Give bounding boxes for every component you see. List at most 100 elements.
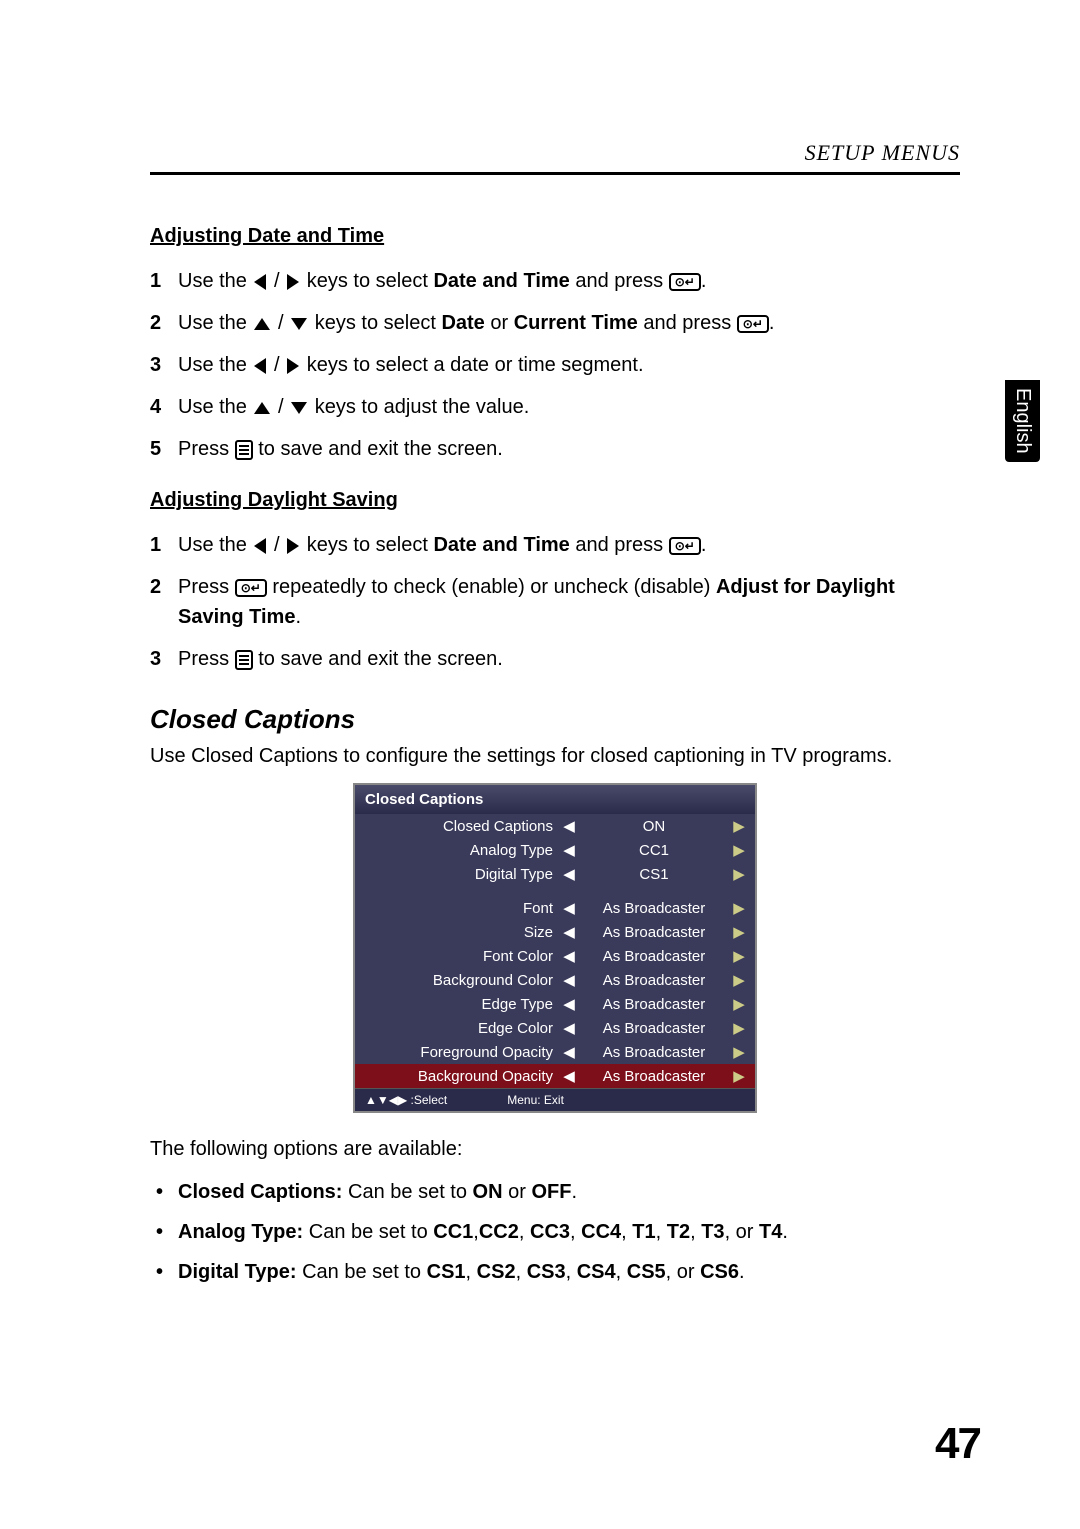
right-icon — [287, 358, 299, 374]
bold-text: Date — [441, 312, 484, 334]
left-icon — [254, 274, 266, 290]
osd-label: Foreground Opacity — [363, 1044, 561, 1061]
down-icon — [291, 402, 307, 414]
left-arrow-icon: ◀ — [561, 1067, 577, 1085]
bold-text: CS6 — [700, 1261, 739, 1283]
text: Press — [178, 576, 235, 598]
osd-panel: Closed Captions Closed Captions◀ON▶Analo… — [353, 783, 757, 1113]
osd-row: Foreground Opacity◀As Broadcaster▶ — [355, 1040, 755, 1064]
right-arrow-icon: ▶ — [731, 1043, 747, 1061]
step-2: 2 Use the / keys to select Date or Curre… — [150, 308, 960, 338]
menu-icon — [235, 440, 253, 460]
osd-row: Size◀As Broadcaster▶ — [355, 920, 755, 944]
text: Use the — [178, 312, 252, 334]
text: to save and exit the screen. — [258, 438, 503, 460]
osd-label: Edge Color — [363, 1020, 561, 1037]
left-icon — [254, 358, 266, 374]
osd-row: Digital Type◀CS1▶ — [355, 862, 755, 886]
up-icon — [254, 318, 270, 330]
bullet-digital-type: Digital Type: Can be set to CS1, CS2, CS… — [150, 1256, 960, 1288]
left-arrow-icon: ◀ — [561, 1019, 577, 1037]
text: repeatedly to check (enable) or uncheck … — [272, 576, 716, 598]
bold-text: T4 — [759, 1221, 782, 1243]
bold-text: CS2 — [477, 1261, 516, 1283]
text: Can be set to — [302, 1261, 427, 1283]
bold-text: CC1 — [433, 1221, 473, 1243]
osd-value: As Broadcaster — [577, 972, 731, 989]
text: or — [508, 1181, 531, 1203]
step-2: 2 Press ⊙↵ repeatedly to check (enable) … — [150, 572, 960, 632]
page-number: 47 — [935, 1419, 980, 1469]
text: Use the — [178, 354, 252, 376]
osd-label: Font Color — [363, 948, 561, 965]
closed-captions-heading: Closed Captions — [150, 704, 960, 735]
bold-text: CS5 — [627, 1261, 666, 1283]
daylight-steps: 1 Use the / keys to select Date and Time… — [150, 530, 960, 674]
right-arrow-icon: ▶ — [731, 1067, 747, 1085]
osd-footer: ▲▼◀▶ :Select Menu: Exit — [355, 1088, 755, 1111]
osd-value: As Broadcaster — [577, 996, 731, 1013]
text: keys to select a date or time segment. — [307, 354, 644, 376]
header-title: SETUP MENUS — [805, 140, 960, 165]
enter-icon: ⊙↵ — [737, 315, 769, 333]
step-1: 1 Use the / keys to select Date and Time… — [150, 530, 960, 560]
right-arrow-icon: ▶ — [731, 995, 747, 1013]
bold-text: T3 — [701, 1221, 724, 1243]
osd-body: Closed Captions◀ON▶Analog Type◀CC1▶Digit… — [355, 814, 755, 1088]
osd-label: Edge Type — [363, 996, 561, 1013]
text: Use the — [178, 396, 252, 418]
left-arrow-icon: ◀ — [561, 995, 577, 1013]
header-rule: SETUP MENUS — [150, 140, 960, 175]
bold-text: CC3 — [530, 1221, 570, 1243]
step-5: 5 Press to save and exit the screen. — [150, 434, 960, 464]
enter-icon: ⊙↵ — [669, 273, 701, 291]
left-arrow-icon: ◀ — [561, 817, 577, 835]
step-4: 4 Use the / keys to adjust the value. — [150, 392, 960, 422]
left-arrow-icon: ◀ — [561, 923, 577, 941]
osd-label: Background Opacity — [363, 1068, 561, 1085]
options-intro: The following options are available: — [150, 1138, 960, 1161]
osd-label: Closed Captions — [363, 818, 561, 835]
left-arrow-icon: ◀ — [561, 841, 577, 859]
osd-value: As Broadcaster — [577, 948, 731, 965]
bold-text: OFF — [531, 1181, 571, 1203]
left-icon — [254, 538, 266, 554]
left-arrow-icon: ◀ — [561, 947, 577, 965]
osd-row: Font◀As Broadcaster▶ — [355, 896, 755, 920]
step-3: 3 Press to save and exit the screen. — [150, 644, 960, 674]
osd-value: ON — [577, 818, 731, 835]
menu-icon — [235, 650, 253, 670]
osd-value: CC1 — [577, 842, 731, 859]
right-arrow-icon: ▶ — [731, 1019, 747, 1037]
bold-text: Digital Type: — [178, 1261, 297, 1283]
osd-value: As Broadcaster — [577, 900, 731, 917]
enter-icon: ⊙↵ — [669, 537, 701, 555]
bold-text: T1 — [632, 1221, 655, 1243]
osd-label: Digital Type — [363, 866, 561, 883]
datetime-steps: 1 Use the / keys to select Date and Time… — [150, 266, 960, 464]
osd-row: Analog Type◀CC1▶ — [355, 838, 755, 862]
text: keys to select — [315, 312, 442, 334]
right-arrow-icon: ▶ — [731, 817, 747, 835]
osd-row: Font Color◀As Broadcaster▶ — [355, 944, 755, 968]
right-icon — [287, 538, 299, 554]
bold-text: Analog Type: — [178, 1221, 303, 1243]
osd-title: Closed Captions — [355, 785, 755, 814]
osd-value: As Broadcaster — [577, 1020, 731, 1037]
bold-text: Date and Time — [433, 270, 569, 292]
right-arrow-icon: ▶ — [731, 947, 747, 965]
enter-icon: ⊙↵ — [235, 579, 267, 597]
osd-label: Background Color — [363, 972, 561, 989]
text: Use the — [178, 534, 252, 556]
up-icon — [254, 402, 270, 414]
down-icon — [291, 318, 307, 330]
right-arrow-icon: ▶ — [731, 865, 747, 883]
bold-text: CC2 — [479, 1221, 519, 1243]
left-arrow-icon: ◀ — [561, 971, 577, 989]
osd-label: Font — [363, 900, 561, 917]
osd-row: Edge Type◀As Broadcaster▶ — [355, 992, 755, 1016]
osd-label: Analog Type — [363, 842, 561, 859]
bold-text: Date and Time — [433, 534, 569, 556]
text: Can be set to — [348, 1181, 473, 1203]
footer-exit: Menu: Exit — [507, 1093, 564, 1107]
